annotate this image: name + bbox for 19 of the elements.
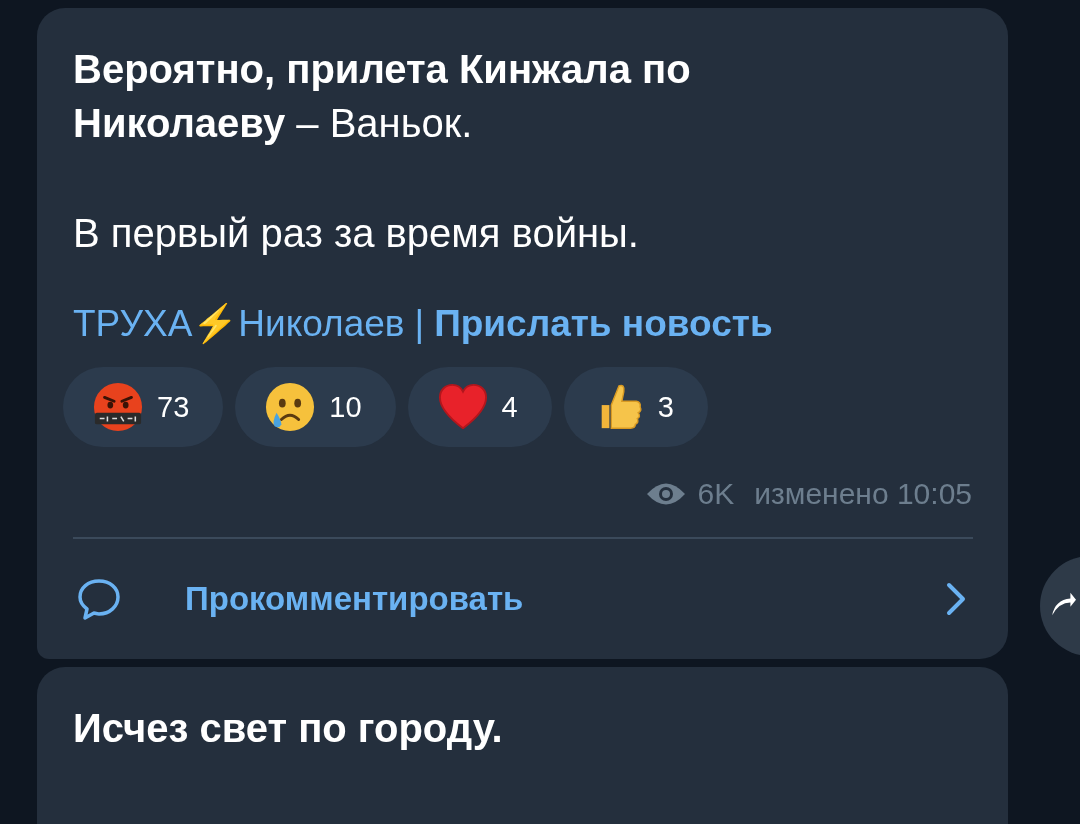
reaction-button[interactable]: 73 [63,367,224,447]
comment-button[interactable]: Прокомментировать [73,539,972,659]
reaction-button[interactable]: 3 [563,367,708,447]
message-text: В первый раз за время войны. [73,210,640,257]
reaction-button[interactable]: 4 [407,367,552,447]
reaction-button[interactable]: 10 [235,367,396,447]
speech-bubble-icon [77,577,121,621]
view-count: 6K [697,477,735,511]
angry-face-icon [93,382,143,432]
heart-icon [437,382,488,432]
edited-time: изменено 10:05 [754,477,972,511]
crying-face-icon [265,382,316,432]
channel-link[interactable]: ТРУХА⚡Николаев [73,302,405,345]
message-text: Вероятно, прилета Кинжала по Николаеву – Ваньок. [73,46,692,147]
eye-icon [645,481,686,507]
submit-news-link[interactable]: Прислать новость [434,303,773,345]
message-text: Исчез свет по городу. [73,705,504,752]
separator: | [414,303,425,345]
chevron-right-icon [946,582,966,616]
